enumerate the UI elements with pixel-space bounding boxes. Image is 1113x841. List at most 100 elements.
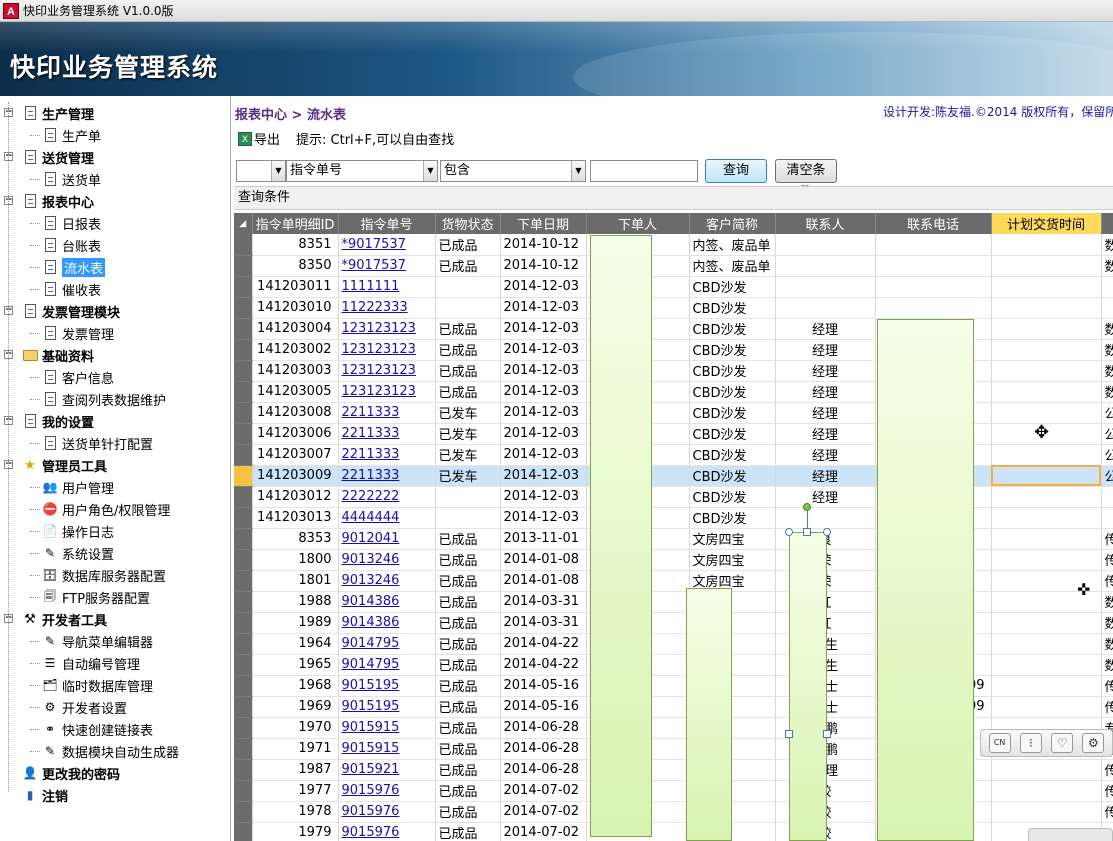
order-number-link[interactable]: 11222333	[338, 297, 436, 319]
selected-drawn-rectangle[interactable]	[789, 532, 827, 841]
table-row[interactable]: 141203002123123123已成品2014-12-03 CBD沙发经理 数	[234, 339, 1113, 361]
input-method-button[interactable]: CN	[988, 733, 1011, 753]
tree-item[interactable]: 查阅列表数据维护	[0, 388, 166, 410]
column-header[interactable]	[1101, 213, 1113, 234]
tree-item[interactable]: 🗐 FTP服务器配置	[0, 586, 150, 608]
tree-item[interactable]: 日报表	[0, 212, 101, 234]
drawn-rectangle[interactable]	[686, 588, 732, 841]
table-row[interactable]: 19649014795已成品2014-04-22商务局先生数	[234, 633, 1113, 655]
resize-handle[interactable]	[785, 528, 793, 536]
tree-group[interactable]: − 报表中心	[0, 190, 94, 212]
row-header[interactable]	[234, 276, 253, 298]
row-header[interactable]	[234, 486, 253, 508]
tree-group[interactable]: − ★ 管理员工具	[0, 454, 107, 476]
order-number-link[interactable]: 2211333	[338, 402, 436, 424]
table-row[interactable]: 141203003123123123已成品2014-12-03 CBD沙发经理 数	[234, 360, 1113, 382]
tree-item[interactable]: 🗄 数据库服务器配置	[0, 564, 166, 586]
table-row[interactable]: 141203011 1111111 2014-12-03 CBD沙发	[234, 276, 1113, 298]
resize-handle[interactable]	[803, 528, 811, 536]
table-row[interactable]: 19799015976已成品2014-07-02化设备较	[234, 822, 1113, 841]
order-number-link[interactable]: 1111111	[338, 276, 436, 298]
tree-item[interactable]: ✎ 导航菜单编辑器	[0, 630, 153, 652]
favorite-icon[interactable]: ♡	[1051, 733, 1074, 753]
tree-item[interactable]: ✎ 系统设置	[0, 542, 114, 564]
table-row[interactable]: 19789015976已成品2014-07-02化设备较传	[234, 801, 1113, 823]
tree-item[interactable]: ☰ 自动编号管理	[0, 652, 140, 674]
tree-item[interactable]: 催收表	[0, 278, 101, 300]
row-header[interactable]	[234, 759, 253, 781]
more-icon[interactable]: ⁝	[1019, 733, 1042, 753]
row-header[interactable]	[234, 738, 253, 760]
row-header[interactable]	[234, 591, 253, 613]
row-header[interactable]	[234, 549, 253, 571]
order-number-link[interactable]: 9015195	[338, 696, 436, 718]
order-number-link[interactable]: 9013246	[338, 549, 436, 571]
row-header[interactable]	[234, 318, 253, 340]
order-number-link[interactable]: 2211333	[338, 444, 436, 466]
table-row[interactable]: 8351*9017537已成品2014-10-12 内签、废品单 数	[234, 234, 1113, 256]
clear-conditions-button[interactable]: 清空条件	[775, 159, 837, 200]
table-row[interactable]: 18009013246已成品2014-01-08文房四宝荣传	[234, 549, 1113, 571]
row-header[interactable]	[234, 360, 253, 382]
row-header[interactable]	[234, 612, 253, 634]
resize-handle[interactable]	[785, 730, 793, 738]
row-header[interactable]	[234, 675, 253, 697]
order-number-link[interactable]: 9013246	[338, 570, 436, 592]
row-header[interactable]	[234, 717, 253, 739]
row-header[interactable]	[234, 255, 253, 277]
tree-group[interactable]: − 生产管理	[0, 102, 94, 124]
tree-group[interactable]: − ⚒ 开发者工具	[0, 608, 107, 630]
column-header[interactable]: 下单人	[586, 213, 690, 234]
table-row[interactable]: 1412030072211333已发车2014-12-03 CBD沙发经理 公	[234, 444, 1113, 466]
rotate-handle[interactable]	[803, 503, 811, 511]
order-number-link[interactable]: *9017537	[338, 234, 436, 256]
row-header[interactable]	[234, 633, 253, 655]
export-button[interactable]: X 导出	[238, 129, 280, 148]
order-number-link[interactable]: 9015921	[338, 759, 436, 781]
order-number-link[interactable]: 9015976	[338, 801, 436, 823]
tree-item[interactable]: 生产单	[0, 124, 101, 146]
field-select[interactable]: 指令单号 ▼	[286, 160, 438, 182]
table-row[interactable]: 19659014795已成品2014-04-22商务局先生数	[234, 654, 1113, 676]
row-header[interactable]	[234, 402, 253, 424]
tree-item[interactable]: ⛔ 用户角色/权限管理	[0, 498, 170, 520]
row-header[interactable]	[234, 444, 253, 466]
tree-item[interactable]: 客户信息	[0, 366, 114, 388]
tree-item[interactable]: 台账表	[0, 234, 101, 256]
order-number-link[interactable]: 123123123	[338, 339, 436, 361]
column-header[interactable]: 下单日期	[500, 213, 587, 234]
order-number-link[interactable]: 9015976	[338, 822, 436, 841]
table-row[interactable]: 141203013 4444444 2014-12-03 CBD沙发	[234, 507, 1113, 529]
order-number-link[interactable]: 123123123	[338, 381, 436, 403]
resize-handle[interactable]	[823, 528, 831, 536]
operator-select[interactable]: 包含 ▼	[440, 160, 586, 182]
tree-group[interactable]: − 我的设置	[0, 410, 94, 432]
logout-item[interactable]: ▮ 注销	[0, 784, 68, 806]
row-header[interactable]	[234, 570, 253, 592]
table-row[interactable]: 19689015195已成品2014-05-16分女士99传	[234, 675, 1113, 697]
column-header[interactable]: 指令单号	[338, 213, 436, 234]
order-number-link[interactable]: 2211333	[338, 465, 436, 487]
row-header[interactable]	[234, 780, 253, 802]
table-row[interactable]: 18019013246已成品2014-01-08文房四宝荣传	[234, 570, 1113, 592]
row-header[interactable]	[234, 381, 253, 403]
order-number-link[interactable]: 9015195	[338, 675, 436, 697]
row-header[interactable]	[234, 822, 253, 841]
order-number-link[interactable]: 9012041	[338, 528, 436, 550]
tree-item[interactable]: ✎ 数据模块自动生成器	[0, 740, 179, 762]
order-number-link[interactable]: 9014386	[338, 612, 436, 634]
table-row[interactable]: 141203012 2222222 2014-12-03 CBD沙发 经理	[234, 486, 1113, 508]
order-number-link[interactable]: 9015976	[338, 780, 436, 802]
order-number-link[interactable]: 9014386	[338, 591, 436, 613]
tree-item[interactable]: 👥 用户管理	[0, 476, 114, 498]
tree-item[interactable]: 送货单针打配置	[0, 432, 153, 454]
column-header[interactable]: 联系人	[775, 213, 876, 234]
tree-item[interactable]: 🗂 临时数据库管理	[0, 674, 153, 696]
tree-item[interactable]: 送货单	[0, 168, 101, 190]
row-header[interactable]	[234, 696, 253, 718]
column-header[interactable]: 客户简称	[689, 213, 776, 234]
tree-item[interactable]: 流水表	[0, 256, 106, 278]
tree-item[interactable]: ⚙ 开发者设置	[0, 696, 127, 718]
column-header[interactable]: 货物状态	[435, 213, 501, 234]
table-row[interactable]: 1412030082211333已发车2014-12-03 CBD沙发经理 公	[234, 402, 1113, 424]
